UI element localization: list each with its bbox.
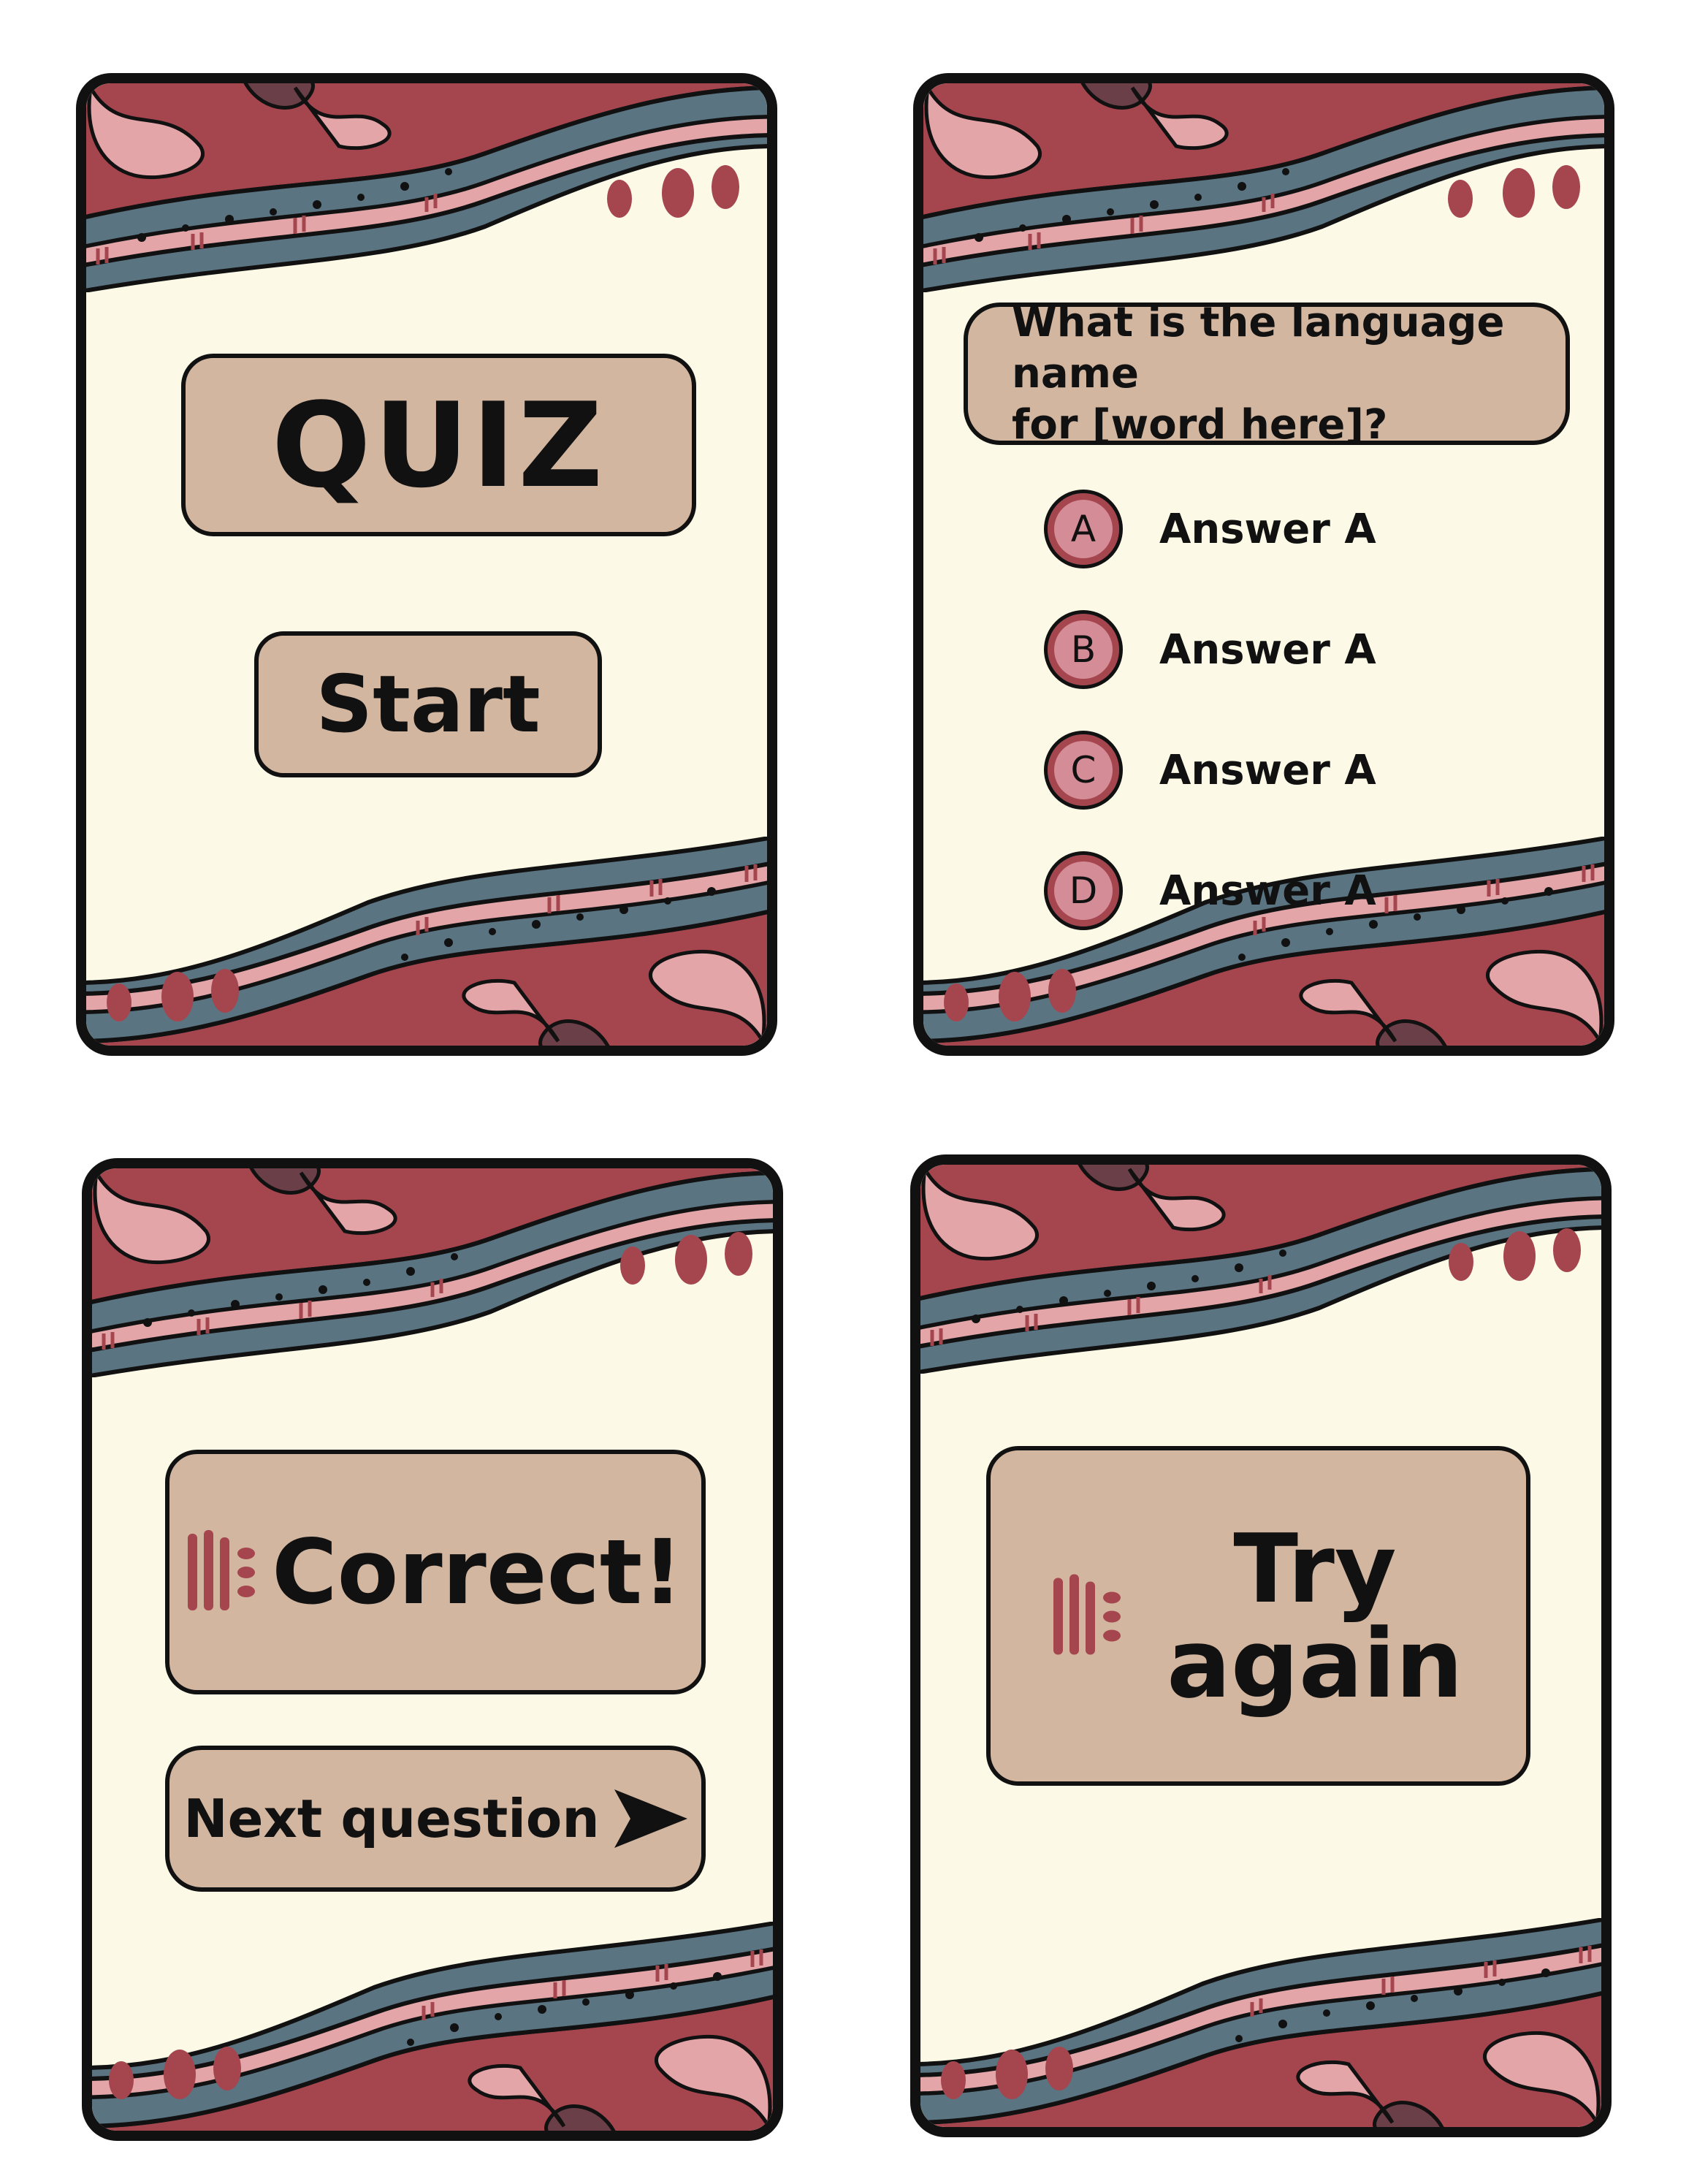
corner-pattern-icon bbox=[82, 1922, 783, 2141]
three-dots-icon bbox=[1448, 165, 1580, 218]
option-letter-badge[interactable]: D bbox=[1044, 851, 1123, 930]
arrow-right-icon[interactable] bbox=[614, 1789, 687, 1848]
try-text-line: again bbox=[1167, 1607, 1463, 1719]
hand-mark-icon bbox=[1053, 1574, 1121, 1654]
question-box: What is the language name for [word here… bbox=[964, 299, 1570, 449]
option-label[interactable]: Answer A bbox=[1159, 867, 1376, 915]
three-dots-icon bbox=[107, 969, 239, 1021]
result-text: Correct! bbox=[272, 1520, 683, 1624]
corner-pattern-icon bbox=[76, 837, 777, 1056]
hand-mark-icon bbox=[188, 1530, 256, 1610]
question-card: What is the language name for [word here… bbox=[913, 73, 1614, 1056]
try-again-card: Try again bbox=[910, 1154, 1612, 2137]
option-label[interactable]: Answer A bbox=[1159, 626, 1376, 674]
option-label[interactable]: Answer A bbox=[1159, 506, 1376, 553]
three-dots-icon bbox=[944, 969, 1076, 1021]
three-dots-icon bbox=[607, 165, 739, 218]
next-question-label[interactable]: Next question bbox=[183, 1788, 599, 1849]
answer-option-c[interactable]: C Answer A bbox=[1044, 726, 1409, 814]
answer-option-d[interactable]: D Answer A bbox=[1044, 847, 1409, 935]
three-dots-icon bbox=[1449, 1228, 1581, 1281]
correct-card: Correct! Next question bbox=[82, 1158, 783, 2141]
next-question-button[interactable]: Next question bbox=[165, 1746, 706, 1892]
option-letter-badge[interactable]: B bbox=[1044, 610, 1123, 689]
question-line: What is the language name bbox=[1012, 298, 1505, 397]
quiz-title: QUIZ bbox=[181, 354, 696, 536]
three-dots-icon bbox=[109, 2047, 241, 2099]
try-text-line: Try bbox=[1233, 1513, 1397, 1624]
option-letter-badge[interactable]: A bbox=[1044, 490, 1123, 568]
answer-option-b[interactable]: B Answer A bbox=[1044, 606, 1409, 693]
correct-message: Correct! bbox=[165, 1450, 706, 1694]
question-line: for [word here]? bbox=[1012, 400, 1388, 449]
answer-option-a[interactable]: A Answer A bbox=[1044, 485, 1409, 573]
option-letter-badge[interactable]: C bbox=[1044, 731, 1123, 810]
three-dots-icon bbox=[620, 1232, 752, 1285]
try-again-message: Try again bbox=[986, 1446, 1530, 1786]
three-dots-icon bbox=[941, 2047, 1073, 2099]
corner-pattern-icon bbox=[910, 1918, 1612, 2137]
title-card: QUIZ Start bbox=[76, 73, 777, 1056]
option-label[interactable]: Answer A bbox=[1159, 747, 1376, 794]
start-button[interactable]: Start bbox=[254, 631, 602, 777]
